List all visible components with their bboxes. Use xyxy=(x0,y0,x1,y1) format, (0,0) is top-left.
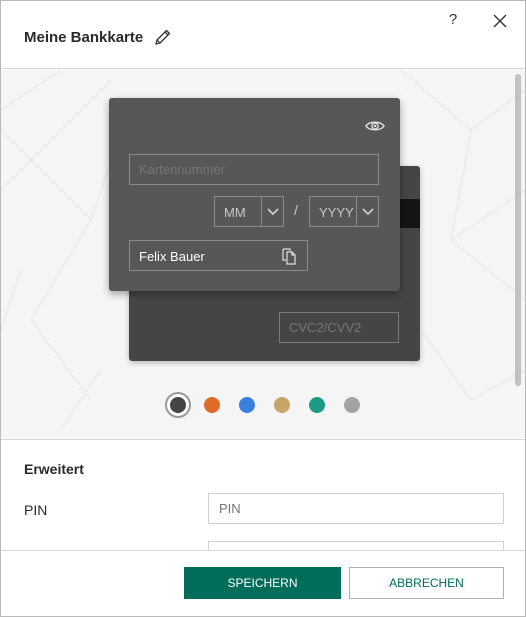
eye-icon[interactable] xyxy=(365,118,385,134)
secondary-input[interactable] xyxy=(208,541,504,550)
pin-label: PIN xyxy=(24,502,48,518)
swatch-fill xyxy=(170,397,186,413)
expiry-year-value: YYYY xyxy=(319,205,354,220)
dialog-content: MM / YYYY Felix Bauer xyxy=(1,70,525,550)
scrollbar-thumb[interactable] xyxy=(515,74,521,386)
expiry-month-select[interactable]: MM xyxy=(214,196,284,227)
cvc-input[interactable] xyxy=(279,312,399,343)
color-swatch-dark-gray[interactable] xyxy=(165,392,191,418)
color-swatch-gold[interactable] xyxy=(274,397,290,413)
cancel-button[interactable]: ABBRECHEN xyxy=(349,567,504,599)
color-swatches xyxy=(1,392,525,418)
card-number-input[interactable] xyxy=(129,154,379,185)
color-swatch-light-gray[interactable] xyxy=(344,397,360,413)
dialog-title: Meine Bankkarte xyxy=(24,29,144,46)
magnetic-stripe xyxy=(399,199,420,228)
card-front: MM / YYYY Felix Bauer xyxy=(109,98,400,291)
copy-icon[interactable] xyxy=(280,248,298,265)
bank-card-dialog: Meine Bankkarte ? CVC2/CVV2 Kartennummer… xyxy=(0,0,526,617)
scrollbar[interactable] xyxy=(511,70,525,550)
help-icon[interactable]: ? xyxy=(445,11,461,31)
cardholder-name-field[interactable]: Felix Bauer xyxy=(129,240,308,271)
card-preview-area: MM / YYYY Felix Bauer xyxy=(1,70,525,438)
color-swatch-orange[interactable] xyxy=(204,397,220,413)
expiry-month-value: MM xyxy=(224,205,246,220)
pencil-icon[interactable] xyxy=(153,27,173,47)
date-separator: / xyxy=(294,202,298,218)
advanced-section: Erweitert PIN xyxy=(1,439,525,550)
chevron-down-icon[interactable] xyxy=(356,197,378,226)
color-swatch-blue[interactable] xyxy=(239,397,255,413)
cardholder-name: Felix Bauer xyxy=(139,249,205,264)
close-icon[interactable] xyxy=(491,12,509,30)
color-swatch-teal[interactable] xyxy=(309,397,325,413)
expiry-year-select[interactable]: YYYY xyxy=(309,196,379,227)
chevron-down-icon[interactable] xyxy=(261,197,283,226)
pin-input[interactable] xyxy=(208,493,504,524)
dialog-footer: SPEICHERN ABBRECHEN xyxy=(1,550,525,616)
save-button[interactable]: SPEICHERN xyxy=(184,567,341,599)
dialog-header: Meine Bankkarte ? xyxy=(1,1,525,69)
advanced-section-title: Erweitert xyxy=(24,461,84,477)
